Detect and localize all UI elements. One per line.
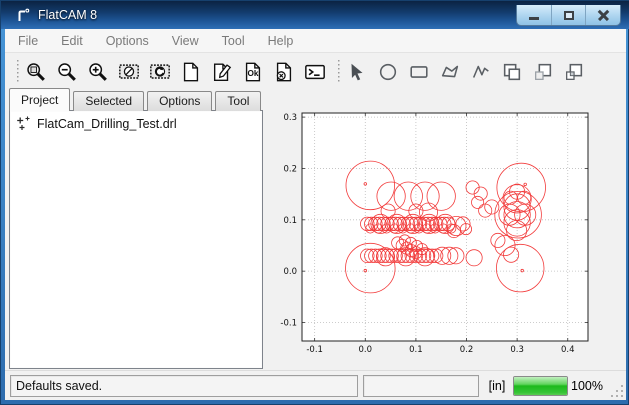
polygon-tool-icon [439,61,461,83]
tab-selected[interactable]: Selected [73,91,144,111]
clear-plot-button[interactable] [117,59,141,85]
subtract-tool-icon [532,61,554,83]
x-tick-label: 0.1 [409,345,423,355]
menu-options[interactable]: Options [96,31,159,51]
pointer-select-icon [346,61,368,83]
replot-icon [149,61,171,83]
progress-percent-label: 100% [571,379,603,393]
save-ok-button[interactable]: Ok [241,59,265,85]
circle-tool-button[interactable] [376,59,400,85]
polyline-tool-button[interactable] [469,59,493,85]
tab-options[interactable]: Options [147,91,212,111]
plot-canvas[interactable]: -0.1 0.0 0.1 0.2 0.3 0.4 -0.1 0.0 0.1 0.2 0.3 [267,91,622,370]
replot-button[interactable] [148,59,172,85]
maximize-icon [564,11,574,20]
menu-edit[interactable]: Edit [51,31,93,51]
subtract-tool-button[interactable] [531,59,555,85]
toolbar-handle-2[interactable] [336,60,341,84]
tab-tool[interactable]: Tool [215,91,261,111]
progress-fill [514,377,567,395]
tree-item-label: FlatCam_Drilling_Test.drl [37,117,177,131]
y-tick-label: 0.1 [283,216,297,226]
y-tick-label: -0.1 [280,319,297,329]
minimize-button[interactable] [517,5,552,25]
tab-project[interactable]: Project [9,88,70,111]
pointer-select-button[interactable] [345,59,369,85]
x-tick-label: 0.3 [510,345,524,355]
toolbar-handle[interactable] [15,60,20,84]
delete-object-button[interactable] [272,59,296,85]
statusbar: Defaults saved. [in] 100% [5,370,626,400]
drill-marks-icon [16,116,31,131]
units-indicator: [in] [485,379,509,393]
y-tick-label: 0.2 [283,164,297,174]
save-ok-icon: Ok [242,61,264,83]
x-tick-label: 0.2 [460,345,474,355]
zoom-fit-button[interactable] [24,59,48,85]
axes-background [302,113,588,341]
union-tool-button[interactable] [500,59,524,85]
zoom-out-icon [56,61,78,83]
tabbar: Project Selected Options Tool [9,90,264,111]
x-tick-label: -0.1 [306,345,323,355]
window-frame: FlatCAM 8 File Edit Options View Tool He… [0,0,629,405]
zoom-out-button[interactable] [55,59,79,85]
y-tick-label: 0.0 [283,267,297,277]
intersect-tool-icon [563,61,585,83]
plot-svg: -0.1 0.0 0.1 0.2 0.3 0.4 -0.1 0.0 0.1 0.2 0.3 [267,91,622,370]
progress-bar [513,376,568,396]
zoom-in-icon [87,61,109,83]
rectangle-tool-icon [408,61,430,83]
maximize-button[interactable] [552,5,587,25]
open-project-button[interactable] [210,59,234,85]
titlebar[interactable]: FlatCAM 8 [1,1,629,29]
menubar: File Edit Options View Tool Help [5,29,626,53]
polyline-tool-icon [470,61,492,83]
zoom-fit-icon [25,61,47,83]
zoom-in-button[interactable] [86,59,110,85]
window-controls [516,5,621,26]
status-message-field: Defaults saved. [10,375,358,397]
circle-tool-icon [377,61,399,83]
open-project-icon [211,61,233,83]
intersect-tool-button[interactable] [562,59,586,85]
delete-object-icon [273,61,295,83]
client-area: File Edit Options View Tool Help [5,29,626,400]
tree-item-drl[interactable]: FlatCam_Drilling_Test.drl [10,111,262,131]
menu-help[interactable]: Help [258,31,304,51]
new-file-icon [180,61,202,83]
status-secondary-field [363,375,479,397]
menu-tool[interactable]: Tool [212,31,255,51]
minimize-icon [529,17,539,20]
menu-view[interactable]: View [162,31,209,51]
x-tick-label: 0.4 [561,345,575,355]
rectangle-tool-button[interactable] [407,59,431,85]
svg-text:Ok: Ok [247,69,258,78]
flatcam-logo-icon [15,7,31,23]
menu-file[interactable]: File [8,31,48,51]
new-file-button[interactable] [179,59,203,85]
clear-plot-icon [118,61,140,83]
x-tick-label: 0.0 [359,345,373,355]
shell-button[interactable] [303,59,327,85]
union-tool-icon [501,61,523,83]
toolbar: Ok [5,54,626,90]
polygon-tool-button[interactable] [438,59,462,85]
close-button[interactable] [586,5,620,25]
shell-icon [304,61,326,83]
project-tree-panel[interactable]: FlatCam_Drilling_Test.drl [9,110,263,369]
resize-grip[interactable] [611,385,623,397]
window-title: FlatCAM 8 [38,8,97,22]
close-icon [597,10,610,21]
y-tick-label: 0.3 [283,113,297,123]
